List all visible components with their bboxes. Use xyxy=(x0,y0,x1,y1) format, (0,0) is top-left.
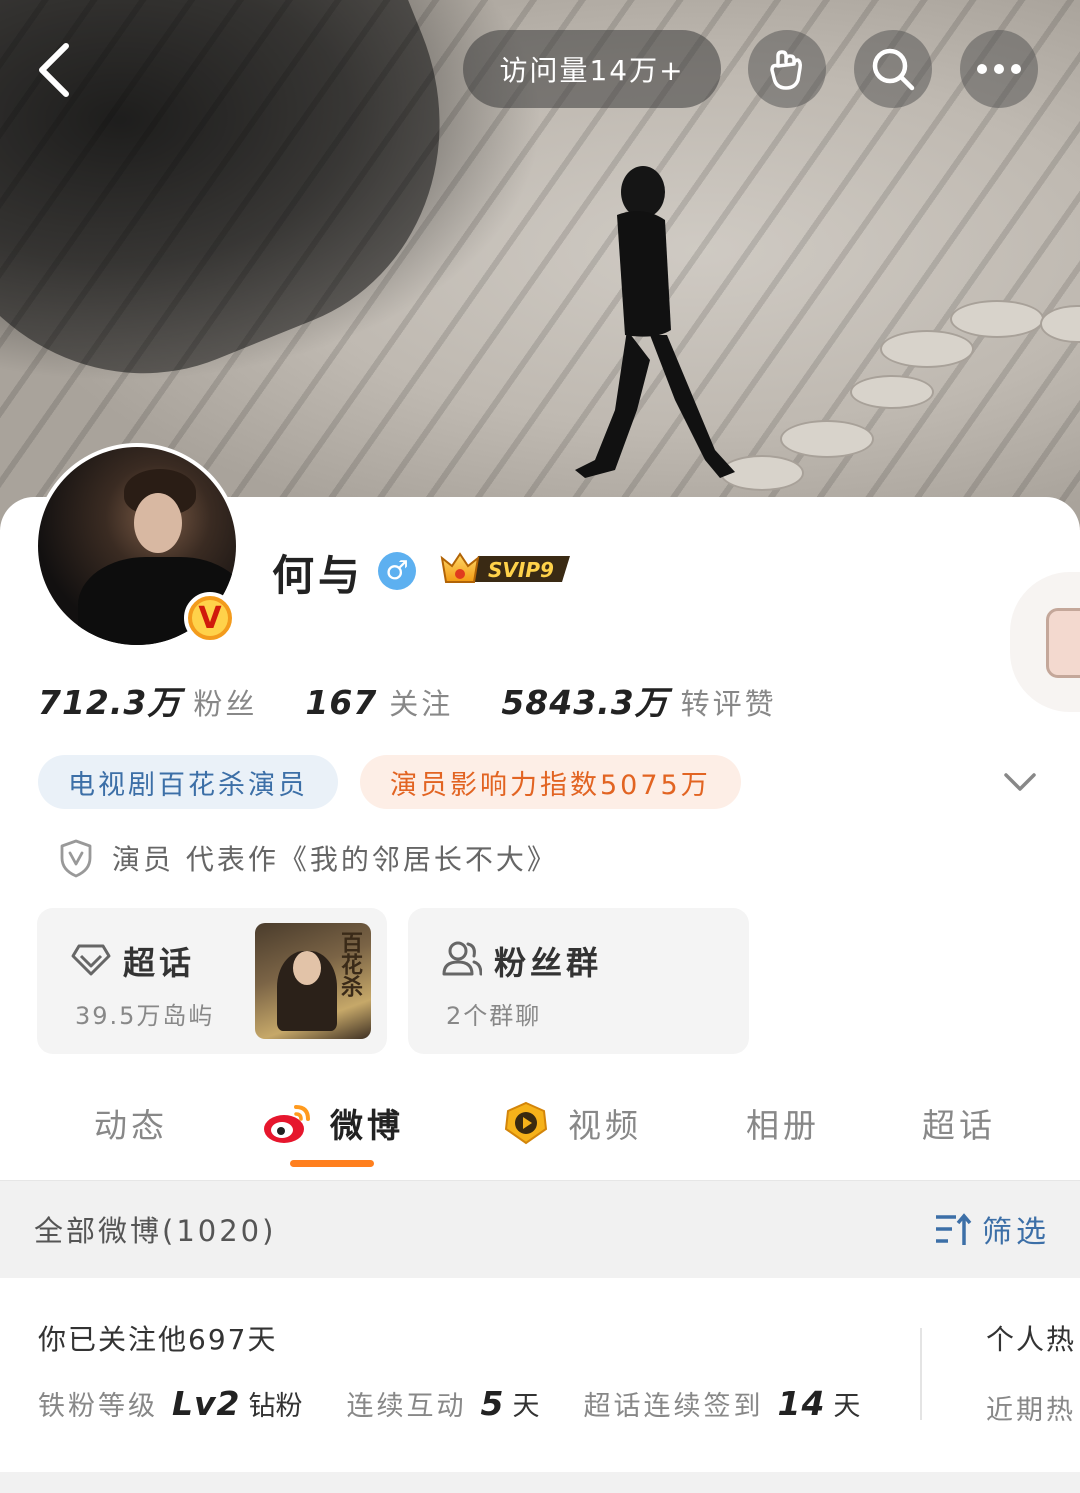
supertopic-title: 超话 xyxy=(123,944,196,982)
filter-sort-icon xyxy=(936,1213,972,1245)
tag-drama-actor[interactable]: 电视剧百花杀演员 xyxy=(38,755,338,809)
interact-value: 5 xyxy=(480,1384,505,1423)
profile-name: 何与 xyxy=(272,551,365,600)
fan-group-subtitle: 2个群聊 xyxy=(446,1002,542,1030)
fans-label[interactable]: 粉丝 xyxy=(193,681,257,723)
tab-label: 微博 xyxy=(330,1106,404,1145)
signin-label: 超话连续签到 xyxy=(583,1391,764,1422)
top-bar: 访问量14万+ xyxy=(0,0,1080,140)
level-unit: 钻粉 xyxy=(248,1391,303,1422)
male-gender-icon: ♂ xyxy=(378,552,416,590)
supertopic-poster: 百花杀 xyxy=(255,923,371,1039)
level-value: Lv2 xyxy=(172,1384,241,1423)
tab-album[interactable]: 相册 xyxy=(746,1099,820,1147)
more-button[interactable] xyxy=(960,30,1038,108)
video-play-icon xyxy=(504,1101,548,1145)
tab-label: 动态 xyxy=(94,1106,168,1145)
interact-unit: 天 xyxy=(512,1391,540,1422)
svip-badge[interactable]: SVIP9 xyxy=(438,548,576,590)
verified-badge: V xyxy=(184,592,236,644)
tab-label: 相册 xyxy=(746,1106,820,1145)
following-label[interactable]: 关注 xyxy=(389,681,453,723)
fan-group-card[interactable]: 粉丝群 2个群聊 xyxy=(408,908,749,1054)
interact-label: 连续互动 xyxy=(346,1391,467,1422)
profile-stats: 712.3万 粉丝 167 关注 5843.3万 转评赞 xyxy=(38,676,777,726)
tag-influence-index[interactable]: 演员影响力指数5075万 xyxy=(360,755,741,809)
tab-dynamics[interactable]: 动态 xyxy=(94,1099,168,1147)
likes-count[interactable]: 5843.3万 xyxy=(501,676,668,724)
poster-title: 百花杀 xyxy=(337,931,362,997)
recent-hot-subtitle: 近期热 xyxy=(986,1395,1076,1426)
visit-count-pill[interactable]: 访问量14万+ xyxy=(463,30,721,108)
supertopic-subtitle: 39.5万岛屿 xyxy=(75,1002,215,1030)
personal-hot-title[interactable]: 个人热 xyxy=(986,1318,1076,1358)
back-arrow-icon xyxy=(39,43,69,97)
signin-value: 14 xyxy=(777,1384,826,1423)
following-count[interactable]: 167 xyxy=(305,683,377,722)
more-icon xyxy=(977,64,1021,74)
certification-row[interactable]: 演员 代表作《我的邻居长不大》 xyxy=(58,836,558,880)
svip-label: SVIP9 xyxy=(488,558,554,582)
walking-man-figure xyxy=(575,166,735,478)
certification-text: 演员 代表作《我的邻居长不大》 xyxy=(112,843,558,876)
bottom-divider xyxy=(0,1472,1080,1493)
active-tab-indicator xyxy=(290,1160,374,1167)
group-users-icon xyxy=(442,941,482,976)
profile-tabs: 动态 微博 视频 相册 超话 xyxy=(0,1085,1080,1180)
search-button[interactable] xyxy=(854,30,932,108)
shield-v-icon xyxy=(60,839,92,878)
search-icon xyxy=(872,48,915,91)
tab-weibo[interactable]: 微博 xyxy=(262,1099,404,1147)
tab-video[interactable]: 视频 xyxy=(500,1099,642,1147)
hand-heart-icon xyxy=(770,50,802,90)
fan-group-title: 粉丝群 xyxy=(494,944,603,982)
likes-label[interactable]: 转评赞 xyxy=(681,681,777,723)
gift-button[interactable] xyxy=(748,30,826,108)
supertopic-card[interactable]: 超话 39.5万岛屿 百花杀 xyxy=(37,908,387,1054)
all-weibo-label[interactable]: 全部微博(1020) xyxy=(34,1208,276,1250)
back-button[interactable] xyxy=(30,40,80,100)
tab-label: 超话 xyxy=(922,1106,996,1145)
tab-label: 视频 xyxy=(568,1106,642,1145)
diamond-icon xyxy=(71,944,111,976)
filter-button[interactable]: 筛选 xyxy=(934,1206,1050,1252)
filter-label: 筛选 xyxy=(982,1215,1050,1250)
level-label: 铁粉等级 xyxy=(38,1391,158,1422)
chevron-down-icon xyxy=(1004,773,1036,791)
fans-count[interactable]: 712.3万 xyxy=(38,676,181,724)
follow-days: 你已关注他697天 xyxy=(38,1323,278,1356)
expand-button[interactable] xyxy=(1000,765,1040,799)
profile-tags: 电视剧百花杀演员 演员影响力指数5075万 xyxy=(38,755,741,809)
weibo-logo-icon xyxy=(264,1105,310,1143)
tab-supertopic[interactable]: 超话 xyxy=(922,1099,996,1147)
divider xyxy=(920,1328,922,1420)
signin-unit: 天 xyxy=(833,1391,861,1422)
fan-level-stats[interactable]: 铁粉等级 Lv2 钻粉 连续互动 5 天 超话连续签到 14 天 xyxy=(38,1384,860,1423)
